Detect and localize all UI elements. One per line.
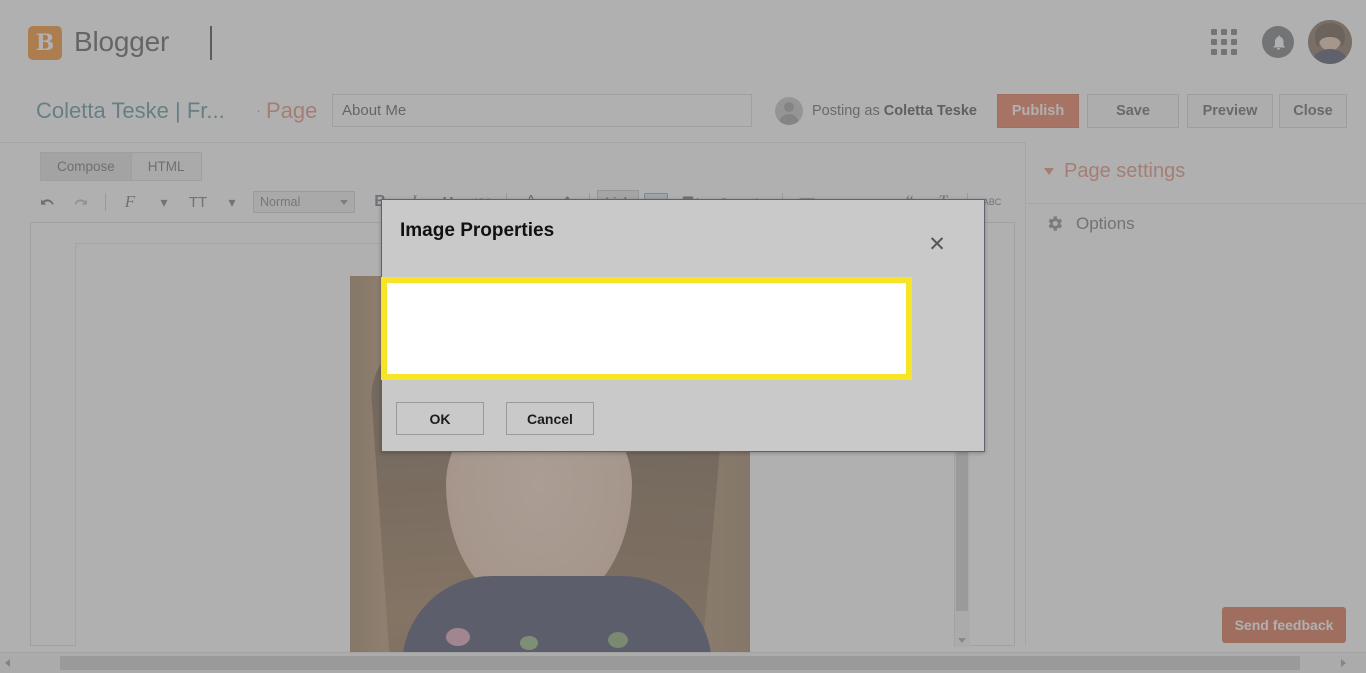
photo-floral-motif (520, 636, 538, 650)
page-settings-title: Page settings (1064, 160, 1186, 182)
scroll-left-arrow-icon[interactable] (5, 659, 10, 667)
ok-button[interactable]: OK (396, 402, 484, 435)
photo-floral-motif (446, 628, 470, 646)
blogger-page-editor-screen: B Blogger Coletta Teske | Fr... · Page A… (0, 0, 1366, 673)
sidebar-item-options[interactable]: Options (1044, 214, 1135, 234)
apps-grid-icon[interactable] (1210, 28, 1238, 56)
redo-icon[interactable] (64, 189, 98, 215)
highlight-annotation (381, 277, 912, 380)
save-button[interactable]: Save (1087, 94, 1179, 128)
tab-html[interactable]: HTML (131, 152, 202, 181)
send-feedback-button[interactable]: Send feedback (1222, 607, 1346, 643)
font-size-caret-icon[interactable]: ▾ (215, 189, 249, 215)
close-button[interactable]: Close (1279, 94, 1347, 128)
scroll-down-arrow-icon[interactable] (958, 638, 966, 643)
scrollbar-thumb[interactable] (60, 656, 1300, 670)
dialog-actions: OK Cancel (396, 402, 594, 435)
chevron-down-icon (340, 200, 348, 205)
page-settings-header[interactable]: Page settings (1044, 160, 1185, 183)
blogger-logo-icon[interactable]: B (28, 26, 62, 60)
gear-icon (1044, 214, 1064, 234)
text-caret (210, 26, 212, 60)
scroll-right-arrow-icon[interactable] (1341, 659, 1346, 667)
breadcrumb-blog-name[interactable]: Coletta Teske | Fr... (36, 98, 225, 124)
posting-as-username: Coletta Teske (883, 103, 977, 119)
user-avatar[interactable] (1308, 20, 1352, 64)
page-horizontal-scrollbar[interactable] (0, 652, 1366, 673)
dialog-title: Image Properties (400, 220, 555, 241)
paragraph-format-value: Normal (260, 195, 301, 209)
photo-floral-motif (608, 632, 628, 648)
undo-icon[interactable] (30, 189, 64, 215)
font-size-icon[interactable]: TT (181, 189, 215, 215)
editor-mode-tabs: Compose HTML (40, 152, 202, 181)
brand-name: Blogger (74, 26, 170, 57)
publish-button[interactable]: Publish (997, 94, 1079, 128)
top-app-bar: B Blogger (0, 0, 1366, 81)
tab-compose[interactable]: Compose (40, 152, 132, 181)
toolbar-divider (105, 193, 106, 211)
posting-as-prefix: Posting as (812, 103, 884, 119)
breadcrumb-separator: · (256, 102, 261, 119)
sidebar-item-options-label: Options (1076, 214, 1135, 233)
page-settings-sidebar: Page settings Options (1025, 142, 1366, 646)
notifications-bell-icon[interactable] (1262, 26, 1294, 58)
page-title-input[interactable]: About Me (332, 94, 752, 127)
font-family-icon[interactable]: F (113, 189, 147, 215)
cancel-button[interactable]: Cancel (506, 402, 594, 435)
breadcrumb-page-label: Page (266, 98, 318, 123)
caret-down-icon (1044, 168, 1054, 175)
preview-button[interactable]: Preview (1187, 94, 1273, 128)
close-icon[interactable]: ✕ (926, 234, 948, 256)
posting-as-block: Posting as Coletta Teske (775, 96, 977, 126)
paragraph-format-select[interactable]: Normal (253, 191, 355, 213)
blogger-logo-letter: B (35, 30, 55, 56)
font-family-caret-icon[interactable]: ▾ (147, 189, 181, 215)
posting-as-avatar-icon (775, 97, 803, 125)
posting-as-text: Posting as Coletta Teske (812, 103, 977, 119)
sidebar-divider (1026, 203, 1366, 204)
